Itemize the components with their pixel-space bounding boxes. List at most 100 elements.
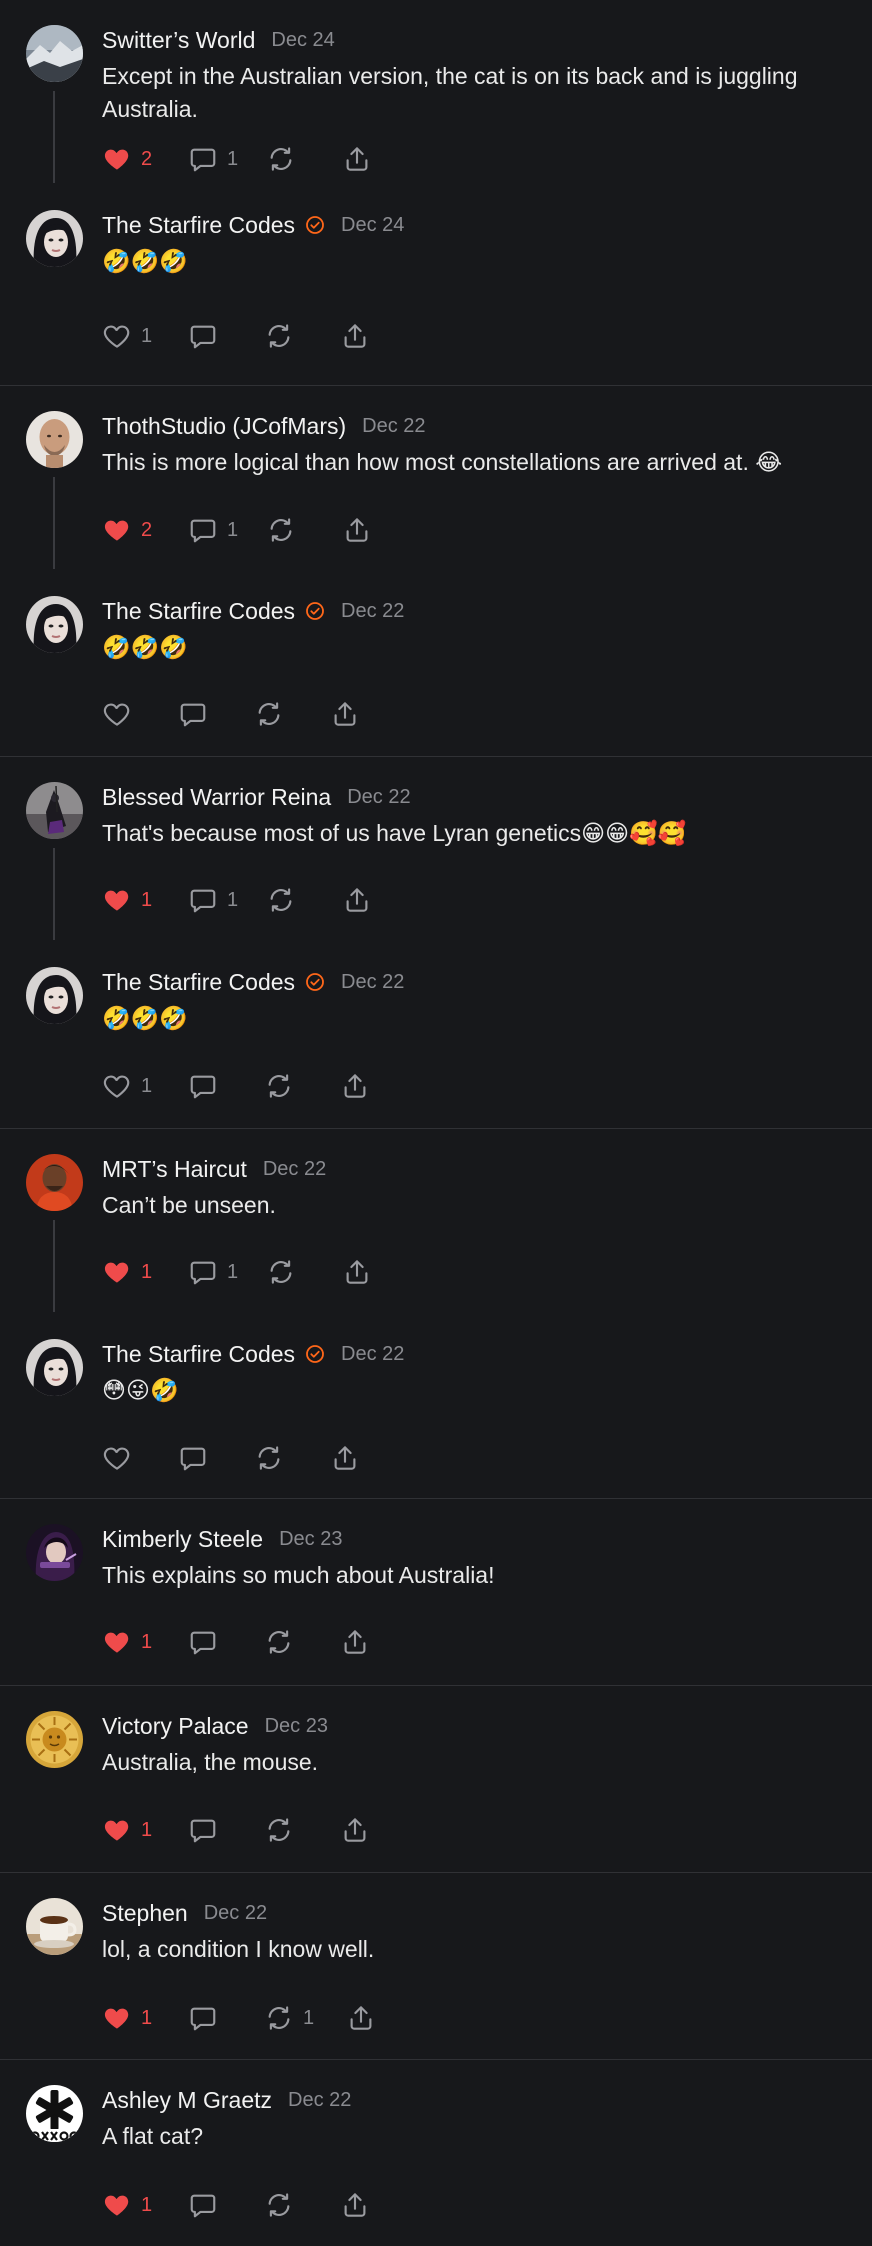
like-button[interactable]: 2 bbox=[102, 513, 188, 547]
author-name[interactable]: ThothStudio (JCofMars) bbox=[102, 413, 346, 440]
avatar[interactable] bbox=[26, 967, 83, 1024]
comment-date[interactable]: Dec 22 bbox=[288, 2089, 351, 2112]
restack-button[interactable] bbox=[264, 1813, 340, 1847]
reply-button[interactable]: 1 bbox=[188, 883, 266, 917]
share-button[interactable] bbox=[340, 1813, 380, 1847]
share-button[interactable] bbox=[342, 142, 382, 176]
like-button[interactable]: 1 bbox=[102, 1069, 188, 1103]
avatar[interactable] bbox=[26, 782, 83, 839]
reply-button[interactable] bbox=[188, 2188, 264, 2222]
avatar[interactable] bbox=[26, 1711, 83, 1768]
restack-button[interactable]: 1 bbox=[264, 2001, 346, 2035]
like-button[interactable]: 1 bbox=[102, 1255, 188, 1289]
restack-icon bbox=[264, 1627, 294, 1657]
like-button[interactable]: 1 bbox=[102, 2188, 188, 2222]
comment-date[interactable]: Dec 24 bbox=[271, 29, 334, 52]
heart-filled-icon bbox=[102, 1815, 132, 1845]
comment-date[interactable]: Dec 22 bbox=[362, 415, 425, 438]
share-button[interactable] bbox=[340, 2188, 380, 2222]
author-name[interactable]: MRT’s Haircut bbox=[102, 1156, 247, 1183]
restack-button[interactable] bbox=[264, 319, 340, 353]
comment-date[interactable]: Dec 22 bbox=[341, 1343, 404, 1366]
comment-bubble-icon bbox=[188, 515, 218, 545]
avatar[interactable] bbox=[26, 1898, 83, 1955]
avatar[interactable] bbox=[26, 210, 83, 267]
share-button[interactable] bbox=[342, 883, 382, 917]
restack-button[interactable] bbox=[266, 142, 342, 176]
comment-date[interactable]: Dec 24 bbox=[341, 214, 404, 237]
reply-button[interactable] bbox=[178, 697, 254, 731]
share-button[interactable] bbox=[346, 2001, 386, 2035]
restack-button[interactable] bbox=[266, 883, 342, 917]
like-button[interactable]: 1 bbox=[102, 2001, 188, 2035]
restack-button[interactable] bbox=[254, 1441, 330, 1475]
like-button[interactable]: 1 bbox=[102, 883, 188, 917]
author-name[interactable]: The Starfire Codes bbox=[102, 212, 295, 239]
comment-body: The Starfire Codes Dec 22 🤣🤣🤣 bbox=[102, 966, 856, 1035]
reply-button[interactable] bbox=[188, 1813, 264, 1847]
share-button[interactable] bbox=[340, 1069, 380, 1103]
comment-actions: 1 bbox=[102, 319, 380, 353]
share-button[interactable] bbox=[342, 513, 382, 547]
share-icon bbox=[330, 1443, 360, 1473]
reply-button[interactable]: 1 bbox=[188, 142, 266, 176]
comment-bubble-icon bbox=[188, 144, 218, 174]
share-icon bbox=[340, 1071, 370, 1101]
share-button[interactable] bbox=[340, 1625, 380, 1659]
restack-button[interactable] bbox=[264, 1069, 340, 1103]
author-name[interactable]: The Starfire Codes bbox=[102, 598, 295, 625]
avatar[interactable] bbox=[26, 1339, 83, 1396]
comment-date[interactable]: Dec 23 bbox=[265, 1715, 328, 1738]
comment-thread: Kimberly Steele Dec 23 This explains so mu… bbox=[0, 1499, 872, 1686]
author-name[interactable]: The Starfire Codes bbox=[102, 1341, 295, 1368]
restack-icon bbox=[266, 1257, 296, 1287]
avatar[interactable] bbox=[26, 25, 83, 82]
like-button[interactable]: 1 bbox=[102, 1813, 188, 1847]
comment-date[interactable]: Dec 22 bbox=[204, 1902, 267, 1925]
reply-button[interactable]: 1 bbox=[188, 513, 266, 547]
avatar[interactable] bbox=[26, 1154, 83, 1211]
avatar[interactable] bbox=[26, 411, 83, 468]
restack-button[interactable] bbox=[254, 697, 330, 731]
comment-date[interactable]: Dec 22 bbox=[341, 971, 404, 994]
share-button[interactable] bbox=[342, 1255, 382, 1289]
reply: The Starfire Codes Dec 22 🤣🤣🤣 bbox=[0, 571, 872, 756]
restack-icon bbox=[254, 699, 284, 729]
author-name[interactable]: The Starfire Codes bbox=[102, 969, 295, 996]
share-button[interactable] bbox=[330, 1441, 370, 1475]
like-button[interactable]: 2 bbox=[102, 142, 188, 176]
share-icon bbox=[346, 2003, 376, 2033]
reply-button[interactable] bbox=[178, 1441, 254, 1475]
author-name[interactable]: Ashley M Graetz bbox=[102, 2087, 272, 2114]
comment-date[interactable]: Dec 22 bbox=[347, 786, 410, 809]
like-button[interactable] bbox=[102, 1441, 178, 1475]
share-button[interactable] bbox=[340, 319, 380, 353]
author-name[interactable]: Kimberly Steele bbox=[102, 1526, 263, 1553]
restack-button[interactable] bbox=[266, 1255, 342, 1289]
comment-date[interactable]: Dec 23 bbox=[279, 1528, 342, 1551]
comment-date[interactable]: Dec 22 bbox=[263, 1158, 326, 1181]
author-name[interactable]: Stephen bbox=[102, 1900, 188, 1927]
restack-button[interactable] bbox=[266, 513, 342, 547]
like-button[interactable] bbox=[102, 697, 178, 731]
author-name[interactable]: Blessed Warrior Reina bbox=[102, 784, 331, 811]
author-name[interactable]: Victory Palace bbox=[102, 1713, 249, 1740]
avatar[interactable] bbox=[26, 596, 83, 653]
comment-header: The Starfire Codes Dec 22 bbox=[102, 595, 856, 627]
avatar[interactable] bbox=[26, 2085, 83, 2142]
restack-button[interactable] bbox=[264, 2188, 340, 2222]
avatar[interactable] bbox=[26, 1524, 83, 1581]
comment-text: Australia, the mouse. bbox=[102, 1749, 319, 1775]
like-button[interactable]: 1 bbox=[102, 1625, 188, 1659]
reply-button[interactable] bbox=[188, 1625, 264, 1659]
reply-button[interactable]: 1 bbox=[188, 1255, 266, 1289]
reply-button[interactable] bbox=[188, 2001, 264, 2035]
author-name[interactable]: Switter’s World bbox=[102, 27, 255, 54]
share-button[interactable] bbox=[330, 697, 370, 731]
comment-date[interactable]: Dec 22 bbox=[341, 600, 404, 623]
reply-button[interactable] bbox=[188, 319, 264, 353]
restack-button[interactable] bbox=[264, 1625, 340, 1659]
like-button[interactable]: 1 bbox=[102, 319, 188, 353]
comment: MRT’s Haircut Dec 22 Can’t be unseen. 1 1 bbox=[0, 1129, 872, 1314]
reply-button[interactable] bbox=[188, 1069, 264, 1103]
